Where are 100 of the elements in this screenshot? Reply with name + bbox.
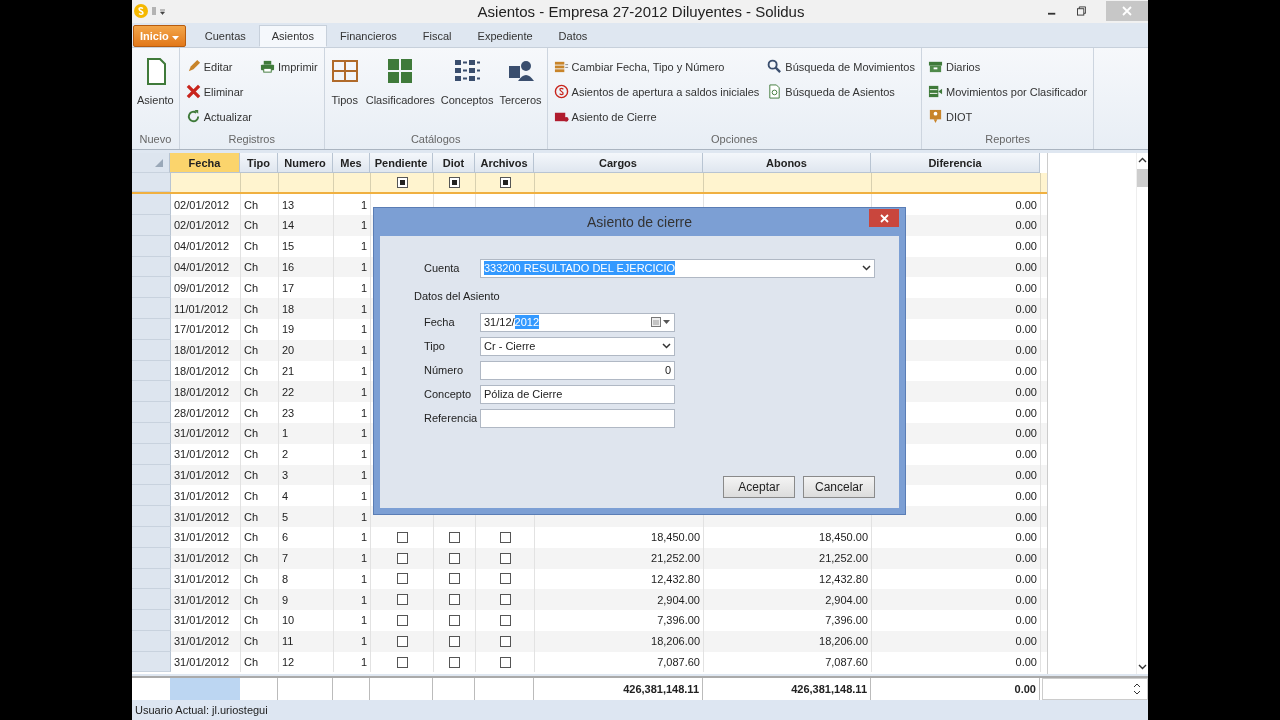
ribbon-tab[interactable]: Datos xyxy=(545,24,601,47)
table-cell: 31/01/2012 xyxy=(174,552,230,565)
checkbox[interactable] xyxy=(499,594,511,606)
column-header[interactable]: Cargos xyxy=(534,153,703,174)
ribbon-button[interactable]: Asiento xyxy=(136,49,175,132)
checkbox[interactable] xyxy=(396,573,408,585)
ribbon-button[interactable]: Terceros xyxy=(498,49,543,132)
checkbox[interactable] xyxy=(499,552,511,564)
scrollbar[interactable] xyxy=(1136,153,1148,675)
column-header[interactable]: Mes xyxy=(333,153,370,174)
section-label: Datos del Asiento xyxy=(414,290,501,303)
checkbox[interactable] xyxy=(449,552,460,564)
ribbon-button[interactable]: Eliminar xyxy=(183,80,254,103)
checkbox[interactable] xyxy=(396,552,408,564)
checkbox[interactable] xyxy=(499,635,511,647)
table-cell: 16 xyxy=(282,260,295,273)
ribbon-button[interactable]: Editar xyxy=(183,55,254,78)
text-field[interactable]: Póliza de Cierre xyxy=(480,384,675,404)
checkbox[interactable] xyxy=(449,573,460,585)
checkbox[interactable] xyxy=(499,656,511,668)
ribbon-button[interactable]: Cambiar Fecha, Tipo y Número xyxy=(551,55,762,78)
combo-box[interactable]: Cr - Cierre xyxy=(480,336,675,356)
table-cell: 11 xyxy=(282,635,294,648)
ribbon-tab[interactable]: Cuentas xyxy=(191,24,259,47)
table-cell: Ch xyxy=(244,385,259,398)
filter-checkbox[interactable] xyxy=(499,177,511,189)
table-cell: 18 xyxy=(282,302,295,315)
table-cell: 0.00 xyxy=(1015,656,1037,669)
scroll-up-icon[interactable] xyxy=(1138,157,1147,164)
chevron-down-icon[interactable] xyxy=(862,265,871,272)
table-cell: 21 xyxy=(282,364,295,377)
ribbon-button[interactable]: Asiento de Cierre xyxy=(551,105,762,128)
text-field[interactable] xyxy=(480,408,675,428)
ribbon-button[interactable]: Búsqueda de Movimientos xyxy=(765,55,917,78)
table-cell: Ch xyxy=(244,406,259,419)
table-cell: 7,396.00 xyxy=(657,614,700,627)
column-header[interactable]: Diot xyxy=(433,153,475,174)
ribbon-button[interactable]: Conceptos xyxy=(439,49,495,132)
ribbon-button[interactable]: Tipos xyxy=(328,49,361,132)
checkbox[interactable] xyxy=(499,615,511,626)
ribbon-tab[interactable]: Financieros xyxy=(326,24,410,47)
checkbox[interactable] xyxy=(449,656,460,668)
column-header[interactable]: Tipo xyxy=(240,153,278,174)
checkbox[interactable] xyxy=(499,531,511,543)
table-cell: 0.00 xyxy=(1015,427,1037,440)
checkbox[interactable] xyxy=(396,531,408,543)
table-cell: 6 xyxy=(282,531,289,544)
ribbon-button[interactable]: Movimientos por Clasificador xyxy=(925,80,1090,103)
checkbox[interactable] xyxy=(499,573,511,585)
scroll-thumb[interactable] xyxy=(1137,169,1148,188)
checkbox[interactable] xyxy=(396,635,408,647)
column-header[interactable]: Numero xyxy=(278,153,333,174)
ribbon-button[interactable]: Búsqueda de Asientos xyxy=(765,80,917,103)
ribbon-button[interactable]: DIOT xyxy=(925,105,1090,128)
checkbox[interactable] xyxy=(396,615,408,626)
checkbox[interactable] xyxy=(396,594,408,606)
table-cell: 14 xyxy=(282,219,295,232)
chevron-down-icon[interactable] xyxy=(662,343,671,350)
pin-icon xyxy=(927,109,943,125)
restore-icon[interactable] xyxy=(1077,6,1087,17)
checkbox[interactable] xyxy=(396,656,408,668)
field-label: Tipo xyxy=(423,340,446,353)
table-cell: Ch xyxy=(244,240,259,253)
table-cell: Ch xyxy=(244,531,259,544)
ribbon-button[interactable]: Diarios xyxy=(925,55,1090,78)
ribbon-button[interactable]: Clasificadores xyxy=(364,49,436,132)
dropdown-icon[interactable] xyxy=(152,6,166,17)
close-button[interactable] xyxy=(869,209,899,228)
table-cell: 04/01/2012 xyxy=(174,240,230,253)
table-cell: Ch xyxy=(244,614,259,627)
table-cell: 12 xyxy=(282,656,295,669)
filter-checkbox[interactable] xyxy=(396,177,408,189)
number-field[interactable]: 0 xyxy=(480,360,675,380)
ribbon-tab[interactable]: Fiscal xyxy=(409,24,465,47)
column-header[interactable]: Diferencia xyxy=(871,153,1040,174)
group-label: Reportes xyxy=(984,132,1031,148)
scroll-down-icon[interactable] xyxy=(1138,664,1147,671)
dialog-button[interactable]: Aceptar xyxy=(723,476,795,499)
ribbon-tab[interactable]: Expediente xyxy=(464,24,546,47)
ribbon-button[interactable]: Actualizar xyxy=(183,105,254,128)
checkbox[interactable] xyxy=(449,594,460,606)
table-cell: 1 xyxy=(360,572,367,585)
table-cell: 18,206.00 xyxy=(651,635,700,648)
column-header[interactable]: Fecha xyxy=(170,153,240,174)
table-cell: 18/01/2012 xyxy=(174,385,230,398)
checkbox[interactable] xyxy=(449,531,460,543)
checkbox[interactable] xyxy=(449,615,460,626)
filter-checkbox[interactable] xyxy=(449,177,460,189)
column-header[interactable]: Pendiente xyxy=(370,153,433,174)
column-header[interactable]: Archivos xyxy=(475,153,534,174)
ribbon-tab[interactable]: Asientos xyxy=(258,24,327,47)
ribbon-button[interactable]: Imprimir xyxy=(258,55,320,78)
dialog-button[interactable]: Cancelar xyxy=(803,476,875,499)
checkbox[interactable] xyxy=(449,635,460,647)
table-cell: 31/01/2012 xyxy=(174,635,230,648)
table-cell: 12,432.80 xyxy=(651,572,700,585)
column-header[interactable]: Abonos xyxy=(703,153,871,174)
table-cell: 0.00 xyxy=(1015,572,1037,585)
ribbon-button[interactable]: Asientos de apertura a saldos iniciales xyxy=(551,80,762,103)
table-cell: Ch xyxy=(244,656,259,669)
